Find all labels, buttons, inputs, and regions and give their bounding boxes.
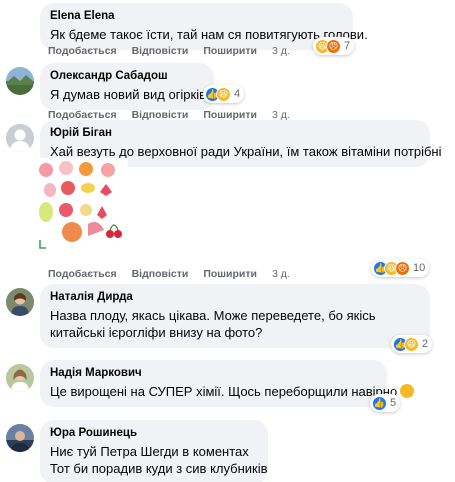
reaction-count: 4 [234,88,241,100]
reaction-summary[interactable]: 👍 😆 4 [203,85,245,103]
comment-text-line-1: Ниє туй Петра Шегди в коментах [50,444,249,459]
reaction-summary[interactable]: 👍 😆 😠 10 [371,259,430,277]
comment-actions: Подобається Відповісти Поширити 3 д. [48,268,290,280]
fruit-illustration-image [36,158,128,250]
like-button[interactable]: Подобається [48,45,117,57]
comment-author[interactable]: Юра Рошинець [50,426,258,440]
comment-bubble: Олександр Сабадош Я думав новий вид огір… [40,63,214,110]
reply-button[interactable]: Відповісти [132,268,189,280]
avatar-photo-image [6,364,34,392]
comment-actions: Подобається Відповісти Поширити 3 д. [48,45,290,57]
comment-timestamp[interactable]: 3 д. [272,45,290,57]
attached-fruit-image[interactable] [36,158,128,250]
avatar-photo-image [6,288,34,316]
reaction-count: 10 [413,262,426,274]
comment-text: Назва плоду, якась цікава. Може переведе… [50,308,376,340]
default-avatar-icon [6,124,34,152]
comment-timestamp[interactable]: 3 д. [272,268,290,280]
share-button[interactable]: Поширити [203,268,257,280]
haha-reaction-icon: 😆 [404,336,419,352]
reaction-summary[interactable]: 👍 5 [370,394,401,412]
comment-bubble: Надія Маркович Це вирощені на СУПЕР хімі… [40,360,415,407]
reaction-summary[interactable]: 😆 😠 7 [313,37,355,55]
like-reaction-icon: 👍 [372,395,387,411]
angry-reaction-icon: 😠 [395,260,410,276]
comment-author[interactable]: Юрій Біган [50,126,420,140]
haha-reaction-icon: 😆 [216,86,231,102]
comment-author[interactable]: Elena Elena [50,9,343,23]
comment-text: Це вирощені на СУПЕР хімії. Щось перебор… [50,383,415,400]
avatar-landscape-image [6,67,34,95]
avatar[interactable] [6,364,34,392]
avatar[interactable] [6,124,34,152]
reply-button[interactable]: Відповісти [132,45,189,57]
reaction-summary[interactable]: 👍 😆 2 [391,335,433,353]
comment-text-line-2: Тот би порадив куди з сив клубників [50,461,268,476]
comment-author[interactable]: Олександр Сабадош [50,69,204,83]
comment-text-body: Це вирощені на СУПЕР хімії. Щось перебор… [50,384,398,399]
avatar[interactable] [6,67,34,95]
reaction-count: 7 [344,40,351,52]
comment-author[interactable]: Надія Маркович [50,366,377,380]
avatar[interactable] [6,288,34,316]
comment-text: Я думав новий вид огірків.. [50,87,214,102]
reaction-count: 2 [422,338,429,350]
reaction-count: 5 [390,397,397,409]
like-button[interactable]: Подобається [48,268,117,280]
comment-author[interactable]: Наталія Дирда [50,290,420,304]
avatar-photo-image [6,424,34,452]
comment-text: Як бдеме такоє їсти, тай нам ся повитягу… [50,27,368,42]
angry-reaction-icon: 😠 [326,38,341,54]
grimace-emoji-icon [400,384,415,398]
comment-bubble: Elena Elena Як бдеме такоє їсти, тай нам… [40,3,368,50]
avatar[interactable] [6,424,34,452]
comment-bubble: Юра Рошинець Ниє туй Петра Шегди в комен… [40,420,268,482]
share-button[interactable]: Поширити [203,45,257,57]
comment-bubble: Наталія Дирда Назва плоду, якась цікава.… [40,284,430,348]
